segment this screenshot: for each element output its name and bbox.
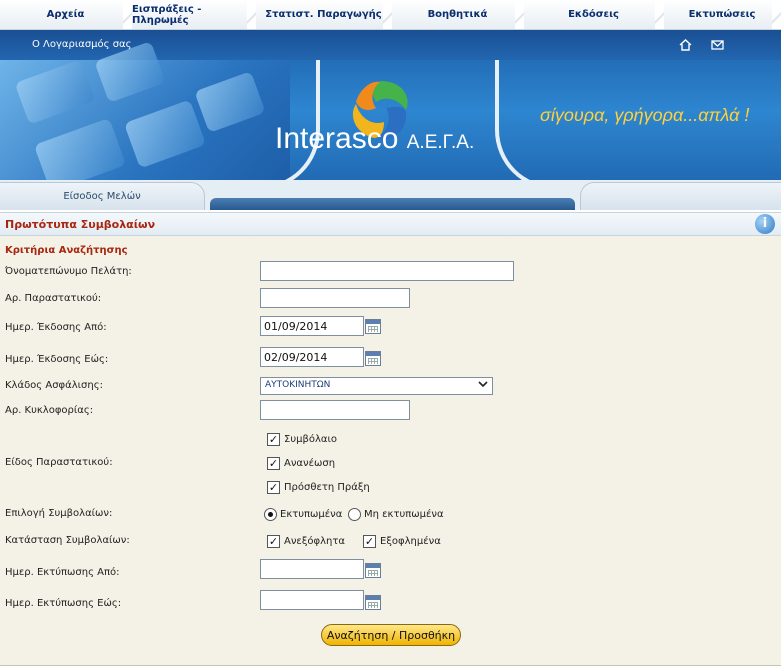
right-tab <box>580 182 781 210</box>
menu-item-files[interactable]: Αρχεία <box>0 0 139 29</box>
section-title: Κριτήρια Αναζήτησης <box>5 245 128 256</box>
radio-button[interactable] <box>348 508 361 521</box>
brand-name: Interasco Α.Ε.Γ.Α. <box>275 122 474 156</box>
menu-item-production-stats[interactable]: Στατιστ. Παραγωγής <box>256 0 399 29</box>
issue-to-label: Ημερ. Έκδοσης Εώς: <box>5 354 109 365</box>
print-to-calendar-icon[interactable] <box>365 595 381 610</box>
checkbox-label: Ανανέωση <box>284 458 336 469</box>
radio-label: Εκτυπωμένα <box>280 509 343 520</box>
checkbox[interactable]: ✓ <box>267 481 280 494</box>
doc-type-renewal[interactable]: ✓ Ανανέωση <box>267 457 335 470</box>
menu-item-utilities[interactable]: Βοηθητικά <box>392 0 531 29</box>
checkbox-label: Συμβόλαιο <box>284 434 337 445</box>
radio-label: Μη εκτυπωμένα <box>364 509 444 520</box>
page-title-bar: Πρωτότυπα Συμβολαίων i <box>0 212 781 236</box>
banner-gap <box>210 198 575 210</box>
client-name-label: Όνοματεπώνυμο Πελάτη: <box>5 266 132 277</box>
top-menu: Αρχεία Εισπράξεις - Πληρωμές Στατιστ. Πα… <box>0 0 781 30</box>
members-login-tab[interactable]: Είσοδος Μελών <box>0 182 205 210</box>
plate-label: Αρ. Κυκλοφορίας: <box>5 405 94 416</box>
issue-to-calendar-icon[interactable] <box>365 351 381 366</box>
banner-curve-left <box>0 60 320 190</box>
doc-type-contract[interactable]: ✓ Συμβόλαιο <box>267 433 337 446</box>
menu-item-payments[interactable]: Εισπράξεις - Πληρωμές <box>132 0 263 29</box>
doc-number-input[interactable] <box>260 288 410 308</box>
page-title: Πρωτότυπα Συμβολαίων <box>5 218 156 231</box>
radio-not-printed[interactable]: Μη εκτυπωμένα <box>348 508 444 521</box>
issue-from-input[interactable] <box>260 316 364 336</box>
client-name-input[interactable] <box>260 261 514 281</box>
issue-from-label: Ημερ. Έκδοσης Από: <box>5 322 107 333</box>
selection-label: Επιλογή Συμβολαίων: <box>5 508 113 519</box>
radio-printed[interactable]: Εκτυπωμένα <box>264 508 342 521</box>
search-add-button[interactable]: Αναζήτηση / Προσθήκη <box>321 624 461 646</box>
home-icon[interactable] <box>679 39 692 51</box>
checkbox-label: Πρόσθετη Πράξη <box>284 482 370 493</box>
menu-item-prints[interactable]: Εκτυπώσεις <box>664 0 781 29</box>
print-from-input[interactable] <box>260 559 364 579</box>
issue-to-input[interactable] <box>260 347 364 367</box>
doc-type-additional[interactable]: ✓ Πρόσθετη Πράξη <box>267 481 370 494</box>
checkbox[interactable]: ✓ <box>363 535 376 548</box>
radio-button[interactable] <box>264 508 277 521</box>
menu-item-issues[interactable]: Εκδόσεις <box>524 0 671 29</box>
print-from-label: Ημερ. Εκτύπωσης Από: <box>5 567 120 578</box>
doc-type-label: Είδος Παραστατικού: <box>5 457 113 468</box>
info-icon[interactable]: i <box>755 214 775 234</box>
plate-input[interactable] <box>260 400 410 420</box>
branch-selected-value: ΑΥΤΟΚΙΝΗΤΩΝ <box>265 380 331 390</box>
branch-select[interactable]: ΑΥΤΟΚΙΝΗΤΩΝ <box>260 377 493 395</box>
branch-label: Κλάδος Ασφάλισης: <box>5 380 103 391</box>
checkbox-label: Ανεξόφλητα <box>284 536 345 547</box>
search-form: Κριτήρια Αναζήτησης Όνοματεπώνυμο Πελάτη… <box>0 236 781 666</box>
status-paid[interactable]: ✓ Εξοφλημένα <box>363 535 441 548</box>
chevron-down-icon <box>477 378 489 393</box>
slogan: σίγουρα, γρήγορα...απλά ! <box>540 105 750 125</box>
status-label: Κατάσταση Συμβολαίων: <box>5 535 130 546</box>
checkbox-label: Εξοφλημένα <box>380 536 441 547</box>
account-link[interactable]: Ο Λογαριασμός σας <box>32 39 132 50</box>
print-from-calendar-icon[interactable] <box>365 563 381 578</box>
mail-icon[interactable] <box>711 39 724 51</box>
status-unpaid[interactable]: ✓ Ανεξόφλητα <box>267 535 345 548</box>
doc-number-label: Αρ. Παραστατικού: <box>5 293 102 304</box>
print-to-input[interactable] <box>260 590 364 610</box>
brand-suffix: Α.Ε.Γ.Α. <box>406 132 475 153</box>
issue-from-calendar-icon[interactable] <box>365 319 381 334</box>
brand-text: Interasco <box>275 122 399 155</box>
checkbox[interactable]: ✓ <box>267 457 280 470</box>
checkbox[interactable]: ✓ <box>267 433 280 446</box>
print-to-label: Ημερ. Εκτύπωσης Εώς: <box>5 598 122 609</box>
checkbox[interactable]: ✓ <box>267 535 280 548</box>
